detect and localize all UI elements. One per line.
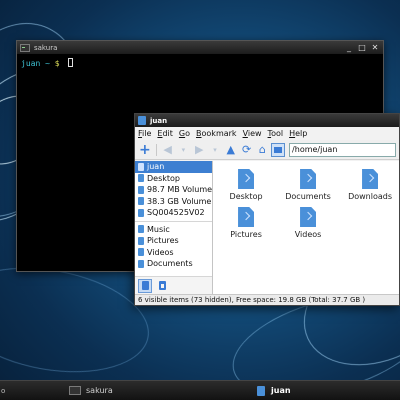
folder-icon — [138, 174, 144, 183]
dropdown-icon[interactable]: ▾ — [208, 143, 222, 157]
sidebar-item-label: SQ004525V02 — [147, 208, 205, 218]
taskbar: o sakura juan — [0, 380, 400, 400]
taskbar-item-sakura[interactable]: sakura — [66, 383, 248, 399]
places-icon — [141, 281, 149, 290]
file-grid: Desktop Documents Downloads Pictures Vid… — [213, 161, 399, 245]
sidebar-item-desktop[interactable]: Desktop — [135, 173, 212, 185]
folder-icon — [362, 169, 379, 189]
file-item-pictures[interactable]: Pictures — [216, 207, 276, 245]
folder-icon — [257, 385, 265, 396]
taskbar-left-label: o — [1, 386, 6, 395]
folder-icon — [300, 207, 317, 227]
sidebar-item-volume-1[interactable]: 98.7 MB Volume — [135, 184, 212, 196]
sidebar-item-label: juan — [147, 162, 165, 172]
sidebar-item-label: 38.3 GB Volume — [147, 196, 212, 206]
text-cursor — [68, 58, 74, 67]
sidebar-item-documents[interactable]: Documents — [135, 258, 212, 270]
file-view[interactable]: Desktop Documents Downloads Pictures Vid… — [213, 161, 399, 294]
folder-icon — [138, 248, 144, 257]
file-label: Documents — [285, 192, 331, 201]
up-icon[interactable]: ▲ — [224, 143, 238, 157]
menu-file[interactable]: File — [138, 129, 151, 138]
file-label: Desktop — [229, 192, 263, 201]
sidebar: juan Desktop 98.7 MB Volume 38.3 GB Volu… — [135, 161, 214, 294]
file-manager-window[interactable]: juan File Edit Go Bookmark View Tool Hel… — [134, 113, 400, 306]
prompt-symbol: $ — [54, 59, 60, 68]
terminal-title: sakura — [34, 43, 58, 52]
taskbar-item-label: sakura — [86, 386, 113, 395]
new-tab-icon[interactable]: + — [138, 142, 152, 158]
folder-icon — [300, 169, 317, 189]
sidebar-item-label: Documents — [147, 259, 193, 269]
folder-icon — [238, 207, 255, 227]
close-button[interactable]: ✕ — [370, 43, 380, 53]
maximize-button[interactable]: □ — [357, 43, 367, 53]
terminal-icon — [20, 43, 30, 52]
terminal-icon — [69, 386, 81, 395]
sidebar-mode-switcher — [135, 276, 213, 294]
menu-go[interactable]: Go — [179, 129, 190, 138]
taskbar-item-label: juan — [271, 386, 291, 395]
file-manager-body: juan Desktop 98.7 MB Volume 38.3 GB Volu… — [135, 161, 399, 294]
file-manager-titlebar[interactable]: juan — [135, 114, 399, 127]
prompt-user: juan — [21, 59, 41, 68]
folder-icon — [138, 236, 144, 245]
menu-tool[interactable]: Tool — [268, 129, 284, 138]
sidebar-item-volume-3[interactable]: SQ004525V02 — [135, 207, 212, 219]
sidebar-item-label: Desktop — [147, 173, 180, 183]
taskbar-item-juan[interactable]: juan — [254, 383, 384, 399]
menu-help[interactable]: Help — [289, 129, 307, 138]
places-view-button[interactable] — [138, 278, 152, 293]
sidebar-item-label: Pictures — [147, 236, 179, 246]
sidebar-item-pictures[interactable]: Pictures — [135, 235, 212, 247]
folder-icon — [138, 259, 144, 268]
directory-tree-icon — [158, 281, 166, 290]
path-input[interactable] — [289, 142, 397, 157]
folder-icon — [138, 225, 144, 234]
sidebar-item-music[interactable]: Music — [135, 224, 212, 236]
drive-icon — [138, 185, 144, 194]
sidebar-item-label: Music — [147, 224, 170, 234]
file-label: Videos — [294, 230, 322, 239]
toolbar: + ◀ ▾ ▶ ▾ ▲ ⟳ ⌂ — [135, 140, 399, 160]
home-icon[interactable]: ⌂ — [255, 143, 269, 157]
reload-icon[interactable]: ⟳ — [240, 143, 254, 157]
drive-icon — [138, 208, 144, 217]
prompt-path: ~ — [45, 59, 50, 68]
sidebar-item-home[interactable]: juan — [135, 161, 213, 173]
minimize-button[interactable]: _ — [344, 43, 354, 53]
window-title: juan — [150, 116, 168, 125]
sidebar-item-volume-2[interactable]: 38.3 GB Volume — [135, 196, 212, 208]
terminal-body[interactable]: juan ~ $ — [17, 54, 383, 72]
drive-icon — [138, 197, 144, 206]
file-label: Pictures — [230, 230, 262, 239]
file-label: Downloads — [348, 192, 393, 201]
folder-icon — [238, 169, 255, 189]
forward-icon[interactable]: ▶ — [192, 143, 206, 157]
home-folder-icon — [138, 162, 144, 171]
sidebar-item-label: Videos — [147, 247, 174, 257]
menu-bookmark[interactable]: Bookmark — [196, 129, 237, 138]
file-item-documents[interactable]: Documents — [278, 169, 338, 207]
file-item-videos[interactable]: Videos — [278, 207, 338, 245]
folder-icon — [138, 116, 146, 125]
toolbar-separator — [155, 143, 157, 156]
sidebar-item-label: 98.7 MB Volume — [147, 185, 213, 195]
file-item-desktop[interactable]: Desktop — [216, 169, 276, 207]
sidebar-item-videos[interactable]: Videos — [135, 247, 212, 259]
menubar: File Edit Go Bookmark View Tool Help — [135, 127, 399, 140]
tree-view-button[interactable] — [155, 279, 169, 293]
terminal-titlebar[interactable]: sakura _ □ ✕ — [17, 41, 383, 54]
location-toggle-icon[interactable] — [271, 142, 286, 157]
sidebar-separator — [135, 220, 213, 222]
status-bar: 6 visible items (73 hidden), Free space:… — [135, 294, 399, 305]
menu-view[interactable]: View — [243, 129, 262, 138]
dropdown-icon[interactable]: ▾ — [177, 143, 191, 157]
back-icon[interactable]: ◀ — [161, 143, 175, 157]
menu-edit[interactable]: Edit — [157, 129, 173, 138]
file-item-downloads[interactable]: Downloads — [340, 169, 399, 207]
